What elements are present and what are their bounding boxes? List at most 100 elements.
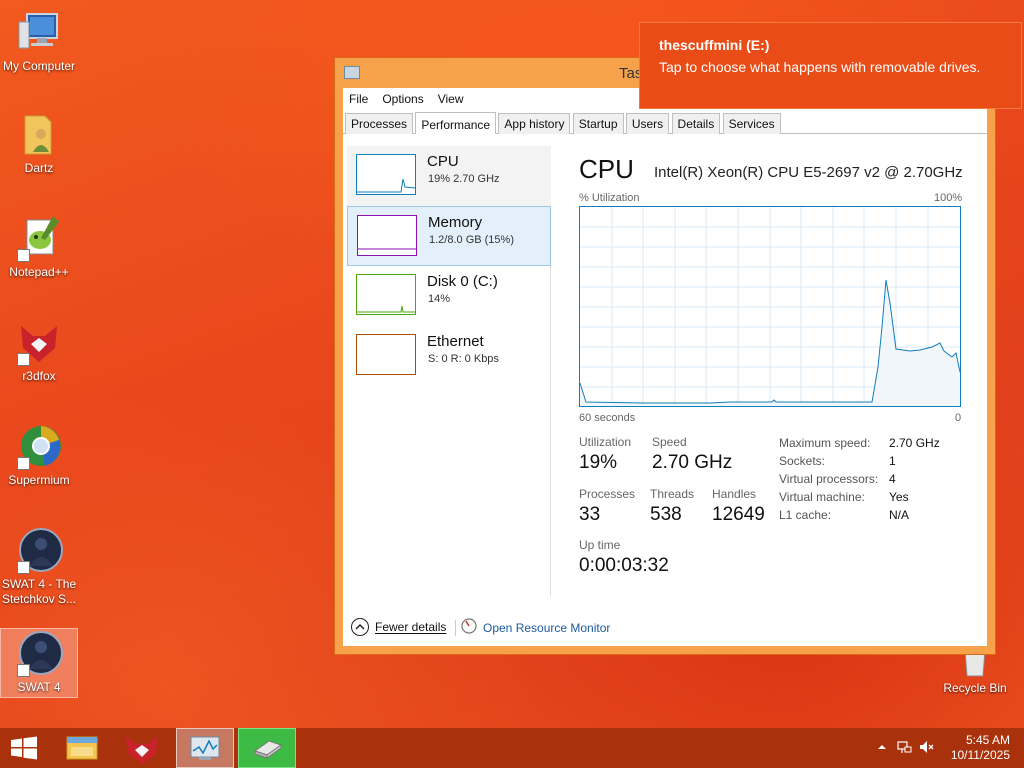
tab-details[interactable]: Details bbox=[671, 113, 721, 134]
folder-user-icon bbox=[15, 110, 63, 158]
desktop-icon-label: Recycle Bin bbox=[943, 681, 1007, 695]
clock-time: 5:45 AM bbox=[965, 733, 1010, 747]
footer-divider bbox=[455, 620, 456, 636]
desktop-icon-r3dfox[interactable]: r3dfox bbox=[0, 318, 78, 384]
sidebar-item-ethernet[interactable]: Ethernet S: 0 R: 0 Kbps bbox=[347, 326, 551, 386]
tab-strip: Processes Performance App history Startu… bbox=[343, 110, 987, 135]
notepad-plus-plus-icon bbox=[15, 214, 63, 262]
cpu-thumbnail-graph bbox=[356, 154, 416, 195]
spec-value: N/A bbox=[889, 508, 910, 522]
spec-key: Virtual machine: bbox=[779, 490, 865, 504]
tab-users[interactable]: Users bbox=[625, 113, 670, 134]
sidebar-item-name: Disk 0 (C:) bbox=[427, 273, 498, 290]
cpu-detail-pane: CPU Intel(R) Xeon(R) CPU E5-2697 v2 @ 2.… bbox=[579, 134, 987, 606]
show-hidden-icons-chevron-icon[interactable] bbox=[876, 741, 888, 756]
taskbar-file-explorer[interactable] bbox=[54, 728, 112, 768]
desktop-icon-label: Dartz bbox=[24, 161, 54, 175]
clock[interactable]: 5:45 AM 10/11/2025 bbox=[951, 733, 1010, 763]
desktop-icon-label: SWAT 4 bbox=[17, 680, 61, 694]
removable-drive-notification[interactable]: thescuffmini (E:) Tap to choose what hap… bbox=[639, 22, 1022, 109]
shortcut-arrow-icon bbox=[17, 353, 30, 366]
sidebar-item-value: 1.2/8.0 GB (15%) bbox=[429, 234, 514, 246]
menu-view[interactable]: View bbox=[438, 92, 464, 106]
utilization-label: Utilization bbox=[579, 435, 632, 449]
sidebar-item-disk[interactable]: Disk 0 (C:) 14% bbox=[347, 266, 551, 326]
tab-processes[interactable]: Processes bbox=[345, 113, 414, 134]
graph-y-label: % Utilization bbox=[579, 192, 640, 204]
detail-title: CPU bbox=[579, 154, 634, 184]
taskbar-removable-drive[interactable] bbox=[238, 728, 296, 768]
spec-value: 1 bbox=[889, 454, 896, 468]
desktop-icon-label: My Computer bbox=[2, 59, 76, 73]
desktop-icon-swat4-stetchkov[interactable]: SWAT 4 - The Stetchkov S... bbox=[0, 526, 78, 607]
network-icon[interactable] bbox=[896, 739, 912, 758]
graph-y-max-label: 100% bbox=[934, 192, 963, 204]
r3dfox-icon bbox=[126, 736, 158, 764]
spec-key: L1 cache: bbox=[779, 508, 832, 522]
desktop: My Computer Dartz Notepad++ r3dfox Super… bbox=[0, 0, 1024, 728]
file-explorer-icon bbox=[66, 736, 98, 760]
fewer-details-button[interactable]: Fewer details bbox=[351, 618, 446, 636]
spec-key: Sockets: bbox=[779, 454, 826, 468]
open-resource-monitor-link[interactable]: Open Resource Monitor bbox=[461, 618, 610, 637]
desktop-icon-my-computer[interactable]: My Computer bbox=[0, 8, 78, 74]
resource-monitor-icon bbox=[461, 618, 477, 637]
notification-title: thescuffmini (E:) bbox=[659, 37, 770, 53]
sidebar-item-value: S: 0 R: 0 Kbps bbox=[428, 353, 499, 365]
spec-key: Maximum speed: bbox=[779, 436, 871, 450]
uptime-value: 0:00:03:32 bbox=[579, 555, 669, 576]
task-manager-window: Tas File Options View Processes Performa… bbox=[334, 57, 996, 655]
spec-value: Yes bbox=[889, 490, 909, 504]
swat4-icon bbox=[15, 629, 63, 677]
spec-key: Virtual processors: bbox=[779, 472, 879, 486]
tab-performance[interactable]: Performance bbox=[415, 112, 497, 135]
resource-sidebar: CPU 19% 2.70 GHz Memory 1.2/8.0 GB (15%) bbox=[347, 146, 551, 596]
spec-value: 4 bbox=[889, 472, 896, 486]
tab-services[interactable]: Services bbox=[722, 113, 781, 134]
taskbar-task-manager[interactable] bbox=[176, 728, 234, 768]
desktop-icon-swat4[interactable]: SWAT 4 bbox=[0, 628, 78, 698]
memory-thumbnail-graph bbox=[357, 215, 417, 256]
desktop-icon-notepad-plus-plus[interactable]: Notepad++ bbox=[0, 214, 78, 280]
tab-app-history[interactable]: App history bbox=[498, 113, 571, 134]
sidebar-item-cpu[interactable]: CPU 19% 2.70 GHz bbox=[347, 146, 551, 206]
performance-panel: CPU 19% 2.70 GHz Memory 1.2/8.0 GB (15%) bbox=[343, 134, 987, 646]
volume-muted-icon[interactable] bbox=[918, 739, 934, 758]
sidebar-item-name: Memory bbox=[428, 214, 483, 231]
resource-monitor-label: Open Resource Monitor bbox=[483, 620, 611, 635]
ethernet-thumbnail-graph bbox=[356, 334, 416, 375]
shortcut-arrow-icon bbox=[17, 249, 30, 262]
processes-value: 33 bbox=[579, 504, 601, 525]
start-button[interactable] bbox=[0, 728, 58, 768]
clock-date: 10/11/2025 bbox=[950, 748, 1010, 762]
taskbar-r3dfox[interactable] bbox=[114, 728, 172, 768]
speed-value: 2.70 GHz bbox=[652, 452, 733, 473]
menu-file[interactable]: File bbox=[349, 92, 368, 106]
shortcut-arrow-icon bbox=[17, 561, 30, 574]
sidebar-item-memory[interactable]: Memory 1.2/8.0 GB (15%) bbox=[347, 206, 551, 266]
fewer-details-label: Fewer details bbox=[375, 620, 447, 634]
tab-startup[interactable]: Startup bbox=[572, 113, 624, 134]
sidebar-item-value: 19% 2.70 GHz bbox=[428, 173, 500, 185]
speed-label: Speed bbox=[652, 435, 687, 449]
cpu-model-name: Intel(R) Xeon(R) CPU E5-2697 v2 @ 2.70GH… bbox=[654, 164, 963, 181]
taskbar: 5:45 AM 10/11/2025 bbox=[0, 728, 1024, 768]
notification-message: Tap to choose what happens with removabl… bbox=[659, 59, 981, 75]
shortcut-arrow-icon bbox=[17, 457, 30, 470]
desktop-icon-supermium[interactable]: Supermium bbox=[0, 422, 78, 488]
graph-x-right-label: 0 bbox=[955, 412, 962, 424]
handles-value: 12649 bbox=[712, 504, 765, 525]
task-manager-app-icon bbox=[344, 66, 360, 79]
chevron-up-icon bbox=[351, 618, 369, 636]
sidebar-item-value: 14% bbox=[428, 293, 451, 305]
desktop-icon-dartz[interactable]: Dartz bbox=[0, 110, 78, 176]
utilization-value: 19% bbox=[579, 452, 618, 473]
supermium-icon bbox=[15, 422, 63, 470]
r3dfox-icon bbox=[15, 318, 63, 366]
computer-icon bbox=[15, 8, 63, 56]
menu-options[interactable]: Options bbox=[382, 92, 423, 106]
sidebar-item-name: CPU bbox=[427, 153, 459, 170]
handles-label: Handles bbox=[712, 487, 757, 501]
desktop-icon-label: SWAT 4 - The Stetchkov S... bbox=[1, 577, 77, 606]
windows-logo-icon bbox=[11, 736, 37, 760]
